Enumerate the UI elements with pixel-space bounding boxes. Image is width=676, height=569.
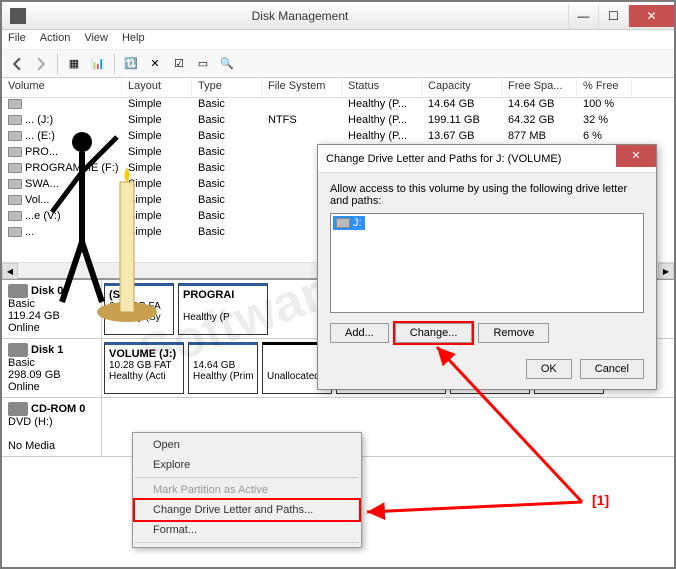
back-button[interactable] <box>6 53 28 75</box>
col-filesystem[interactable]: File System <box>262 78 342 97</box>
drive-icon <box>8 99 22 109</box>
col-free[interactable]: Free Spa... <box>502 78 577 97</box>
ok-button[interactable]: OK <box>526 359 572 379</box>
drive-icon <box>8 179 22 189</box>
drive-icon <box>8 227 22 237</box>
tool-icon[interactable]: ▦ <box>63 53 85 75</box>
scroll-left-icon[interactable]: ◀ <box>2 263 18 279</box>
dialog-title: Change Drive Letter and Paths for J: (VO… <box>326 153 616 165</box>
dialog-text: Allow access to this volume by using the… <box>330 183 644 207</box>
add-button[interactable]: Add... <box>330 323 389 343</box>
menu-action[interactable]: Action <box>40 32 71 47</box>
properties-icon[interactable]: ☑ <box>168 53 190 75</box>
menu-format[interactable]: Format... <box>135 520 359 540</box>
drive-icon <box>8 147 22 157</box>
menu-file[interactable]: File <box>8 32 26 47</box>
change-button[interactable]: Change... <box>395 323 473 343</box>
annotation-arrow <box>362 492 592 552</box>
app-icon <box>10 8 26 24</box>
disk-icon <box>8 402 28 416</box>
col-status[interactable]: Status <box>342 78 422 97</box>
maximize-button[interactable]: ☐ <box>598 5 628 27</box>
drive-icon <box>8 211 22 221</box>
col-type[interactable]: Type <box>192 78 262 97</box>
minimize-button[interactable]: — <box>568 5 598 27</box>
titlebar: Disk Management — ☐ ✕ <box>2 2 674 30</box>
partition[interactable]: VOLUME (J:)10.28 GB FATHealthy (Acti <box>104 342 184 394</box>
drive-icon <box>8 131 22 141</box>
change-drive-letter-dialog: Change Drive Letter and Paths for J: (VO… <box>317 144 657 390</box>
delete-icon[interactable]: ✕ <box>144 53 166 75</box>
partition[interactable]: PROGRAIHealthy (P <box>178 283 268 335</box>
scroll-right-icon[interactable]: ▶ <box>658 263 674 279</box>
drive-icon <box>336 218 350 228</box>
drive-list[interactable]: J: <box>330 213 644 313</box>
menu-open[interactable]: Open <box>135 435 359 455</box>
menu-view[interactable]: View <box>84 32 108 47</box>
drive-item: J: <box>333 216 365 230</box>
partition[interactable]: 14.64 GBHealthy (Prim <box>188 342 258 394</box>
menu-mark-active: Mark Partition as Active <box>135 480 359 500</box>
menu-help[interactable]: Help <box>122 32 145 47</box>
menubar: File Action View Help <box>2 30 674 50</box>
cancel-button[interactable]: Cancel <box>580 359 644 379</box>
remove-button[interactable]: Remove <box>478 323 549 343</box>
disk-icon <box>8 284 28 298</box>
drive-icon <box>8 195 22 205</box>
toolbar: ▦ 📊 🔃 ✕ ☑ ▭ 🔍 <box>2 50 674 78</box>
disk-icon <box>8 343 28 357</box>
col-pct[interactable]: % Free <box>577 78 632 97</box>
menu-change-drive-letter[interactable]: Change Drive Letter and Paths... <box>135 500 359 520</box>
context-menu: Open Explore Mark Partition as Active Ch… <box>132 432 362 548</box>
disk-info: Disk 1Basic298.09 GBOnline <box>2 339 102 397</box>
tool-icon[interactable]: ▭ <box>192 53 214 75</box>
annotation-label: [1] <box>592 492 609 508</box>
search-icon[interactable]: 🔍 <box>216 53 238 75</box>
close-button[interactable]: ✕ <box>628 5 674 27</box>
menu-explore[interactable]: Explore <box>135 455 359 475</box>
drive-icon <box>8 115 22 125</box>
drive-icon <box>8 163 22 173</box>
tool-icon[interactable]: 📊 <box>87 53 109 75</box>
dialog-close-button[interactable]: ✕ <box>616 145 656 167</box>
col-capacity[interactable]: Capacity <box>422 78 502 97</box>
refresh-icon[interactable]: 🔃 <box>120 53 142 75</box>
candle-figure-icon <box>32 92 182 332</box>
disk-info: CD-ROM 0DVD (H:)No Media <box>2 398 102 456</box>
forward-button[interactable] <box>30 53 52 75</box>
window-title: Disk Management <box>32 9 568 23</box>
